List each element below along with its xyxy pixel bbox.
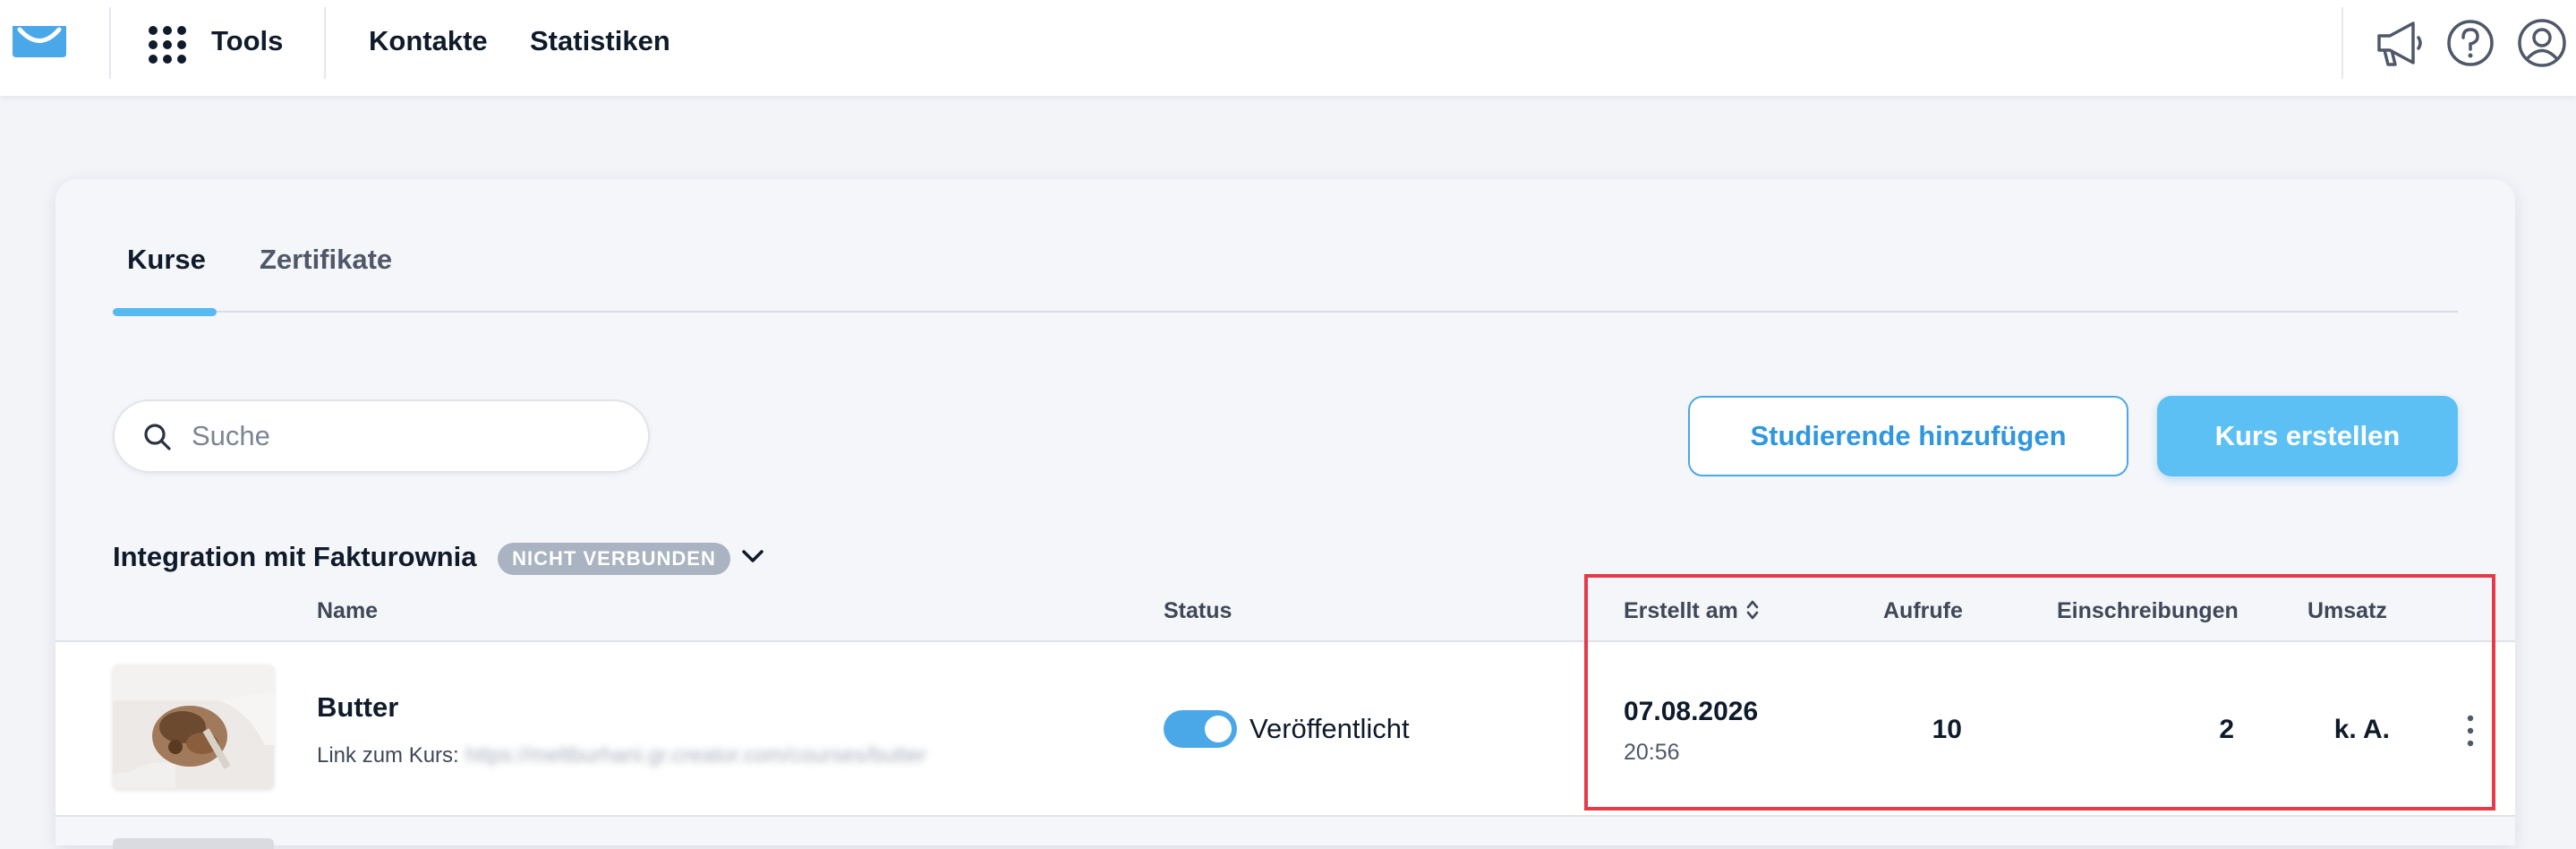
- search-box: [113, 399, 650, 473]
- enrollments-count: 2: [2219, 715, 2234, 744]
- course-name[interactable]: Butter: [317, 691, 398, 724]
- revenue-value: k. A.: [2333, 715, 2390, 744]
- toggle-knob: [1205, 716, 1232, 742]
- column-header-enrollments: Einschreibungen: [2057, 598, 2239, 623]
- row-divider: [55, 815, 2515, 817]
- search-icon: [144, 424, 171, 450]
- integration-label: Integration mit Fakturownia: [113, 541, 477, 572]
- sort-icon[interactable]: [1744, 596, 1761, 623]
- header-divider: [2341, 7, 2343, 79]
- course-thumbnail[interactable]: [113, 665, 274, 788]
- header-divider: [324, 7, 326, 79]
- kebab-menu-icon[interactable]: [2460, 711, 2481, 750]
- course-image: [113, 665, 274, 788]
- create-course-button[interactable]: Kurs erstellen: [2157, 396, 2458, 476]
- course-link-label: Link zum Kurs:: [317, 743, 459, 768]
- nav-statistiken[interactable]: Statistiken: [530, 25, 670, 57]
- created-date: 07.08.2026: [1624, 697, 1759, 726]
- chevron-down-icon[interactable]: [739, 543, 766, 570]
- nav-kontakte[interactable]: Kontakte: [369, 25, 488, 57]
- column-header-name: Name: [317, 598, 379, 623]
- envelope-logo-icon[interactable]: [11, 23, 68, 59]
- column-header-created[interactable]: Erstellt am: [1624, 598, 1738, 624]
- active-tab-indicator: [113, 308, 217, 316]
- course-link-url[interactable]: https://meltburhani.gr.creator.com/cours…: [465, 743, 926, 768]
- tab-zertifikate[interactable]: Zertifikate: [260, 244, 392, 276]
- column-header-status: Status: [1164, 598, 1233, 623]
- publish-toggle[interactable]: [1164, 710, 1237, 748]
- status-text: Veröffentlicht: [1250, 713, 1410, 744]
- header-divider: [109, 7, 111, 79]
- course-thumbnail[interactable]: [113, 838, 274, 849]
- add-students-button[interactable]: Studierende hinzufügen: [1688, 396, 2128, 476]
- column-header-revenue: Umsatz: [2307, 598, 2387, 623]
- megaphone-icon[interactable]: [2372, 16, 2426, 70]
- top-bar: Tools Kontakte Statistiken: [0, 0, 2576, 96]
- views-count: 10: [1932, 715, 1962, 744]
- tab-kurse[interactable]: Kurse: [127, 244, 206, 276]
- search-input[interactable]: [192, 412, 621, 460]
- column-header-views: Aufrufe: [1883, 598, 1963, 623]
- app-grid-icon[interactable]: [147, 24, 188, 65]
- help-icon[interactable]: [2444, 16, 2497, 70]
- status-badge: NICHT VERBUNDEN: [498, 543, 730, 575]
- tabs-divider: [113, 311, 2458, 313]
- user-account-icon[interactable]: [2515, 16, 2569, 70]
- created-time: 20:56: [1624, 740, 1680, 765]
- nav-tools[interactable]: Tools: [211, 25, 283, 57]
